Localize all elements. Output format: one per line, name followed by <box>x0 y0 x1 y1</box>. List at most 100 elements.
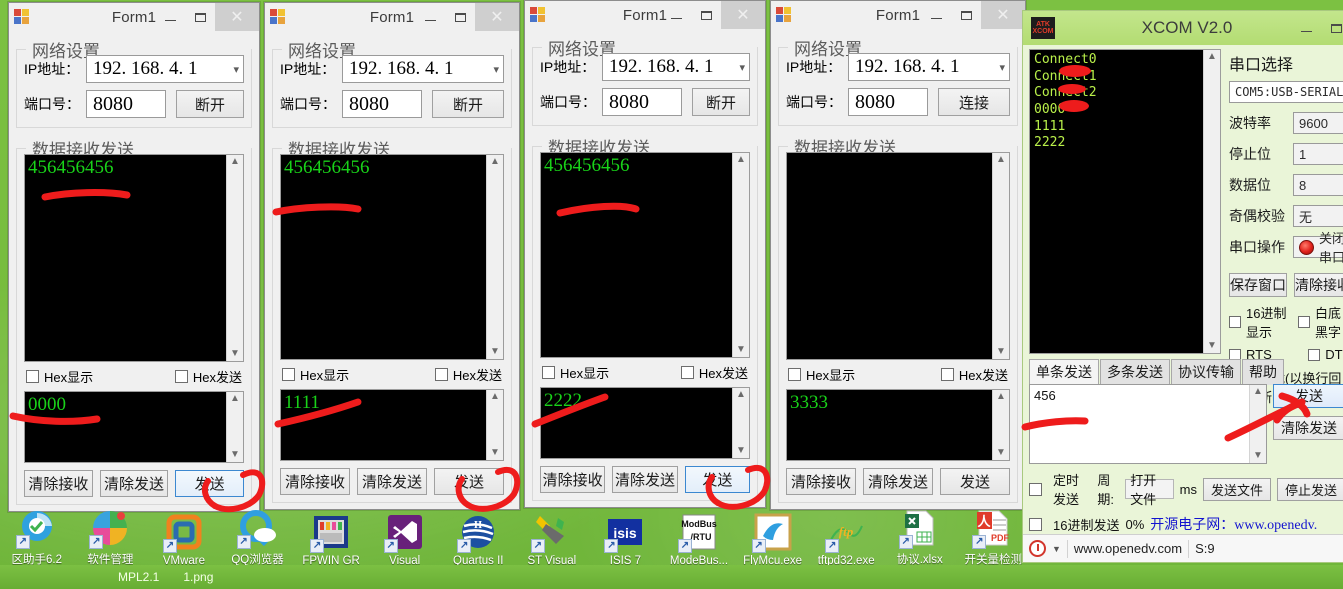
xcom-port-row[interactable]: COM5:USB-SERIAL <box>1229 81 1343 103</box>
send-scrollbar[interactable]: ▲ ▼ <box>992 390 1009 460</box>
clear-send-button[interactable]: 清除发送 <box>863 468 933 495</box>
xcom-baud-row[interactable]: 波特率 9600 <box>1229 112 1343 134</box>
xcom-titlebar[interactable]: ATK XCOM XCOM V2.0 <box>1023 11 1343 45</box>
scroll-up-icon[interactable]: ▲ <box>230 157 240 167</box>
desktop-icon-vmware[interactable]: ↗ VMware <box>147 511 221 567</box>
xcom-port-value[interactable]: COM5:USB-SERIAL <box>1229 81 1343 103</box>
clear-send-button[interactable]: 清除发送 <box>357 468 427 495</box>
hex-display-checkbox[interactable] <box>26 370 39 383</box>
xcom-tab-1[interactable]: 多条发送 <box>1100 359 1170 385</box>
receive-console[interactable]: 456456456 ▲ ▼ <box>540 152 750 358</box>
hex-send-checkbox[interactable] <box>434 368 448 381</box>
send-scrollbar[interactable]: ▲ ▼ <box>486 390 503 460</box>
ip-address-combo[interactable]: 192. 168. 4. 1 ▾ <box>848 53 1010 81</box>
xcom-timed-send-checkbox[interactable] <box>1029 482 1042 496</box>
scroll-up-icon[interactable]: ▲ <box>1207 52 1217 62</box>
xcom-minimize-button[interactable] <box>1291 24 1321 33</box>
scroll-down-icon[interactable]: ▼ <box>736 446 746 456</box>
scroll-up-icon[interactable]: ▲ <box>996 392 1006 402</box>
xcom-parity-row[interactable]: 奇偶校验 无 <box>1229 205 1343 227</box>
form-window-2[interactable]: Form1 ✕ 网络设置 IP地址： 192. 168. 4. 1 ▾ 端口号： <box>264 2 520 510</box>
taskbar-item-0[interactable]: MPL2.1 <box>118 570 159 584</box>
form-minimize-button[interactable] <box>155 3 185 31</box>
desktop-icon-flymcu-exe[interactable]: ↗ FlyMcu.exe <box>736 511 810 567</box>
scroll-down-icon[interactable]: ▼ <box>996 448 1006 458</box>
send-button[interactable]: 发送 <box>434 468 504 495</box>
chevron-down-icon[interactable]: ▾ <box>233 63 239 76</box>
scroll-up-icon[interactable]: ▲ <box>736 155 746 165</box>
xcom-send-scrollbar[interactable]: ▲ ▼ <box>1249 385 1266 463</box>
clear-receive-button[interactable]: 清除接收 <box>280 468 350 495</box>
form-caption-buttons[interactable]: ✕ <box>661 1 765 29</box>
form-close-button[interactable]: ✕ <box>721 1 765 29</box>
receive-console[interactable]: 456456456 ▲ ▼ <box>280 154 504 360</box>
form-minimize-button[interactable] <box>415 3 445 31</box>
send-button[interactable]: 发送 <box>940 468 1010 495</box>
form-close-button[interactable]: ✕ <box>215 3 259 31</box>
form-titlebar[interactable]: Form1 ✕ <box>525 1 765 29</box>
xcom-receive-scrollbar[interactable]: ▲ ▼ <box>1203 50 1220 353</box>
xcom-stop-send-button[interactable]: 停止发送 <box>1276 477 1343 501</box>
scroll-down-icon[interactable]: ▼ <box>490 448 500 458</box>
desktop-icon-qu-zhushou[interactable]: ↗ 区助手6.2 <box>0 507 74 567</box>
send-scrollbar[interactable]: ▲ ▼ <box>732 388 749 458</box>
scroll-up-icon[interactable]: ▲ <box>230 394 240 404</box>
desktop-icon-fpwin-gr[interactable]: ↗ FPWIN GR <box>294 511 368 567</box>
chevron-down-icon[interactable]: ▼ <box>1052 544 1061 554</box>
hex-display-checkbox[interactable] <box>542 366 555 379</box>
xcom-port-op-row[interactable]: 串口操作 关闭串口 <box>1229 231 1343 265</box>
chevron-down-icon[interactable]: ▾ <box>493 63 499 76</box>
xcom-tab-0[interactable]: 单条发送 <box>1029 359 1099 385</box>
desktop-icon-xieyi-xlsx[interactable]: ↗ 协议.xlsx <box>883 507 957 567</box>
form-close-button[interactable]: ✕ <box>981 1 1025 29</box>
receive-scrollbar[interactable]: ▲ ▼ <box>226 155 243 361</box>
xcom-parity-value[interactable]: 无 <box>1293 205 1343 227</box>
clear-receive-button[interactable]: 清除接收 <box>24 470 93 497</box>
desktop-icon-isis-7[interactable]: isis ↗ ISIS 7 <box>589 511 663 567</box>
form-caption-buttons[interactable]: ✕ <box>921 1 1025 29</box>
form-maximize-button[interactable] <box>445 3 475 31</box>
desktop-icon-qq-browser[interactable]: ↗ QQ浏览器 <box>221 507 295 567</box>
xcom-maximize-button[interactable] <box>1321 23 1343 33</box>
form-caption-buttons[interactable]: ✕ <box>155 3 259 31</box>
scroll-down-icon[interactable]: ▼ <box>996 347 1006 357</box>
form-window-3[interactable]: Form1 ✕ 网络设置 IP地址： 192. 168. 4. 1 ▾ 端口号： <box>524 0 766 508</box>
xcom-tab-2[interactable]: 协议传输 <box>1171 359 1241 385</box>
receive-console[interactable]: 456456456 ▲ ▼ <box>24 154 244 362</box>
send-button[interactable]: 发送 <box>175 470 245 497</box>
form-titlebar[interactable]: Form1 ✕ <box>771 1 1025 29</box>
power-icon[interactable] <box>1029 540 1046 557</box>
desktop-icon-visual-studio[interactable]: ↗ Visual <box>368 511 442 567</box>
send-scrollbar[interactable]: ▲ ▼ <box>226 392 243 462</box>
xcom-clear-recv-button[interactable]: 清除接收 <box>1294 273 1343 297</box>
xcom-window[interactable]: ATK XCOM XCOM V2.0 Connect0 Connect1 Con… <box>1022 10 1343 563</box>
scroll-down-icon[interactable]: ▼ <box>1207 341 1217 351</box>
form-caption-buttons[interactable]: ✕ <box>415 3 519 31</box>
ip-address-combo[interactable]: 192. 168. 4. 1 ▾ <box>86 55 244 83</box>
desktop-icon-kaiguanliang-jiance[interactable]: 人 PDF ↗ 开关量检测 <box>957 507 1031 567</box>
form-minimize-button[interactable] <box>661 1 691 29</box>
send-button[interactable]: 发送 <box>684 466 750 493</box>
port-input[interactable]: 8080 <box>86 90 166 118</box>
scroll-down-icon[interactable]: ▼ <box>230 349 240 359</box>
desktop-icon-quartus-ii[interactable]: II ↗ Quartus II <box>441 511 515 567</box>
xcom-databits-value[interactable]: 8 <box>1293 174 1343 196</box>
receive-console[interactable]: ▲ ▼ <box>786 152 1010 360</box>
xcom-send-file-button[interactable]: 发送文件 <box>1202 477 1271 501</box>
send-console[interactable]: 1111 ▲ ▼ <box>280 389 504 461</box>
scroll-up-icon[interactable]: ▲ <box>490 157 500 167</box>
connect-toggle-button[interactable]: 连接 <box>938 88 1010 116</box>
xcom-hex-display-checkbox[interactable] <box>1229 316 1241 328</box>
xcom-auto-newline-checkbox[interactable] <box>1298 316 1310 328</box>
xcom-receive-console[interactable]: Connect0 Connect1 Connect2 0000 1111 222… <box>1029 49 1221 354</box>
connect-toggle-button[interactable]: 断开 <box>432 90 504 118</box>
xcom-baud-value[interactable]: 9600 <box>1293 112 1343 134</box>
desktop-icon-st-visual[interactable]: ↗ ST Visual <box>515 511 589 567</box>
hex-send-checkbox[interactable] <box>680 366 694 379</box>
receive-scrollbar[interactable]: ▲ ▼ <box>732 153 749 357</box>
clear-receive-button[interactable]: 清除接收 <box>786 468 856 495</box>
taskbar-item-1[interactable]: 1.png <box>183 570 213 584</box>
xcom-hex-send-checkbox[interactable] <box>1029 517 1042 531</box>
scroll-up-icon[interactable]: ▲ <box>490 392 500 402</box>
hex-send-checkbox[interactable] <box>940 368 954 381</box>
